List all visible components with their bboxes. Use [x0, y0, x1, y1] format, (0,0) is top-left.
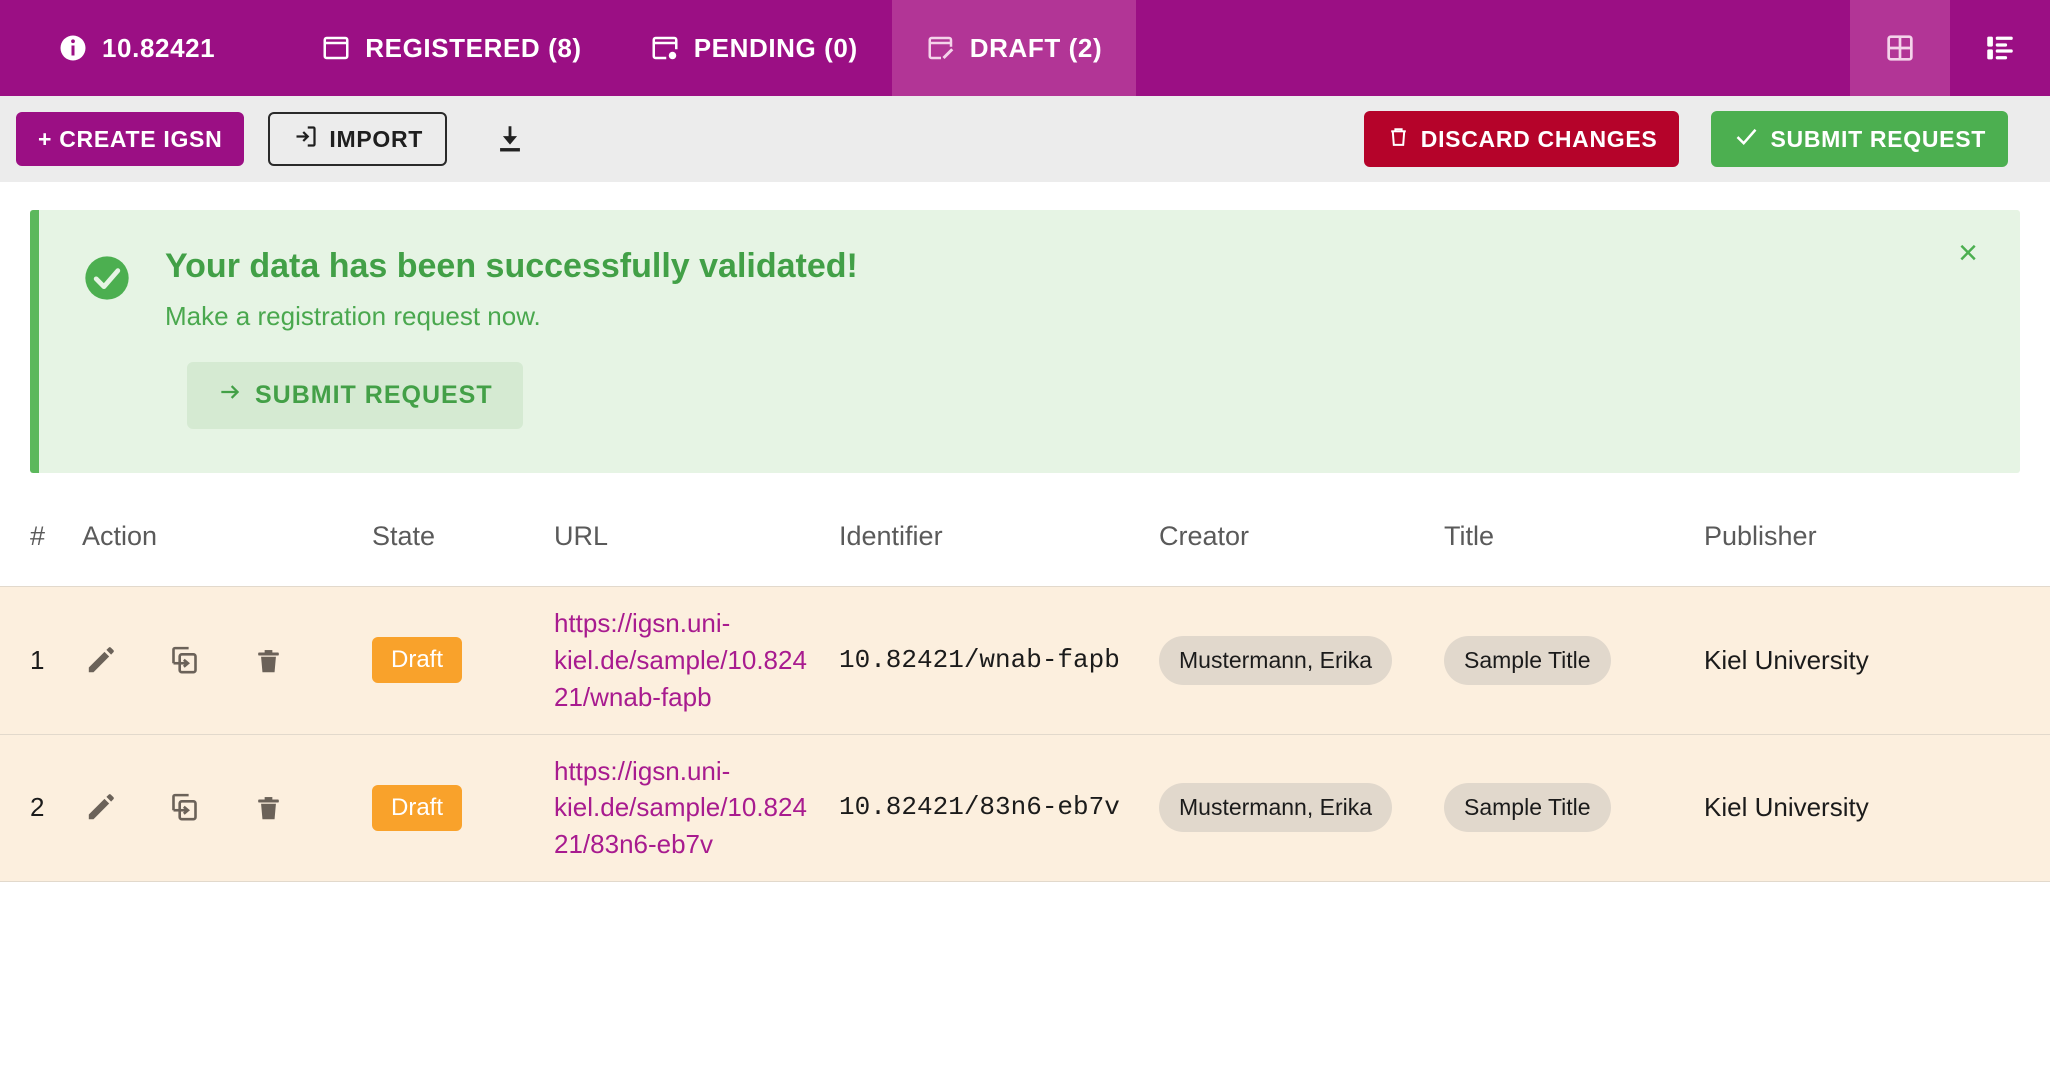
tab-pending-label: PENDING (0) — [693, 32, 858, 63]
nav-brand-prefix[interactable]: 10.82421 — [0, 0, 287, 96]
column-header-state: State — [372, 520, 436, 551]
nav-items-group: 10.82421 REGISTERED (8) PENDING (0) DRAF… — [0, 0, 1850, 96]
tab-draft-label: DRAFT (2) — [969, 32, 1103, 63]
alert-body: Your data has been successfully validate… — [165, 246, 1950, 429]
table-head: # Action State URL Identifier Creator Ti… — [0, 507, 2050, 587]
info-circle-icon — [58, 33, 88, 63]
row-url: https://igsn.uni-kiel.de/sample/10.82421… — [544, 586, 829, 734]
duplicate-icon[interactable] — [166, 790, 202, 826]
validation-success-alert: Your data has been successfully validate… — [30, 210, 2020, 473]
row-state: Draft — [362, 586, 544, 734]
success-check-circle-icon — [81, 246, 133, 429]
drafts-table: # Action State URL Identifier Creator Ti… — [0, 507, 2050, 882]
column-header-identifier: Identifier — [839, 520, 943, 551]
status-badge: Draft — [372, 784, 463, 831]
table-row[interactable]: 2 Draft https://igsn.uni-kiel.de/sample/… — [0, 734, 2050, 882]
tab-registered[interactable]: REGISTERED (8) — [287, 0, 615, 96]
row-number: 1 — [30, 644, 45, 675]
row-publisher: Kiel University — [1704, 644, 1869, 675]
alert-submit-request-button[interactable]: SUBMIT REQUEST — [187, 361, 523, 429]
row-identifier: 10.82421/wnab-fapb — [839, 644, 1120, 675]
title-chip: Sample Title — [1444, 635, 1611, 685]
row-title: Sample Title — [1434, 586, 1694, 734]
close-icon[interactable]: × — [1958, 236, 1978, 270]
submit-request-label: SUBMIT REQUEST — [1770, 125, 1986, 152]
url-link[interactable]: https://igsn.uni-kiel.de/sample/10.82421… — [554, 753, 819, 864]
duplicate-icon[interactable] — [166, 642, 202, 678]
creator-chip: Mustermann, Erika — [1159, 783, 1393, 833]
import-arrow-icon — [292, 123, 319, 156]
column-header-action: Action — [82, 520, 158, 551]
drafts-table-container: # Action State URL Identifier Creator Ti… — [0, 507, 2050, 882]
row-creator: Mustermann, Erika — [1149, 586, 1434, 734]
table-header-row: # Action State URL Identifier Creator Ti… — [0, 507, 2050, 587]
arrow-right-icon — [217, 379, 243, 412]
title-chip: Sample Title — [1444, 783, 1611, 833]
pending-gear-window-icon — [650, 33, 680, 63]
column-header-url: URL — [554, 520, 609, 551]
row-number: 2 — [30, 792, 45, 823]
top-navigation-bar: 10.82421 REGISTERED (8) PENDING (0) DRAF… — [0, 0, 2050, 96]
row-identifier: 10.82421/83n6-eb7v — [839, 792, 1120, 823]
edit-icon[interactable] — [82, 790, 118, 826]
list-view-icon[interactable] — [1950, 0, 2050, 96]
import-button[interactable]: IMPORT — [268, 112, 448, 166]
delete-icon[interactable] — [250, 790, 286, 826]
column-header-number: # — [30, 520, 46, 551]
tab-registered-label: REGISTERED (8) — [365, 32, 582, 63]
status-badge: Draft — [372, 637, 463, 684]
tab-pending[interactable]: PENDING (0) — [616, 0, 892, 96]
submit-request-button[interactable]: SUBMIT REQUEST — [1711, 111, 2008, 167]
table-body: 1 Draft https://igsn.uni-kiel.de/sample/… — [0, 586, 2050, 882]
edit-icon[interactable] — [82, 642, 118, 678]
nav-brand-label: 10.82421 — [102, 32, 216, 63]
action-toolbar: + CREATE IGSN IMPORT DISCARD CHANGES SUB… — [0, 96, 2050, 182]
table-row[interactable]: 1 Draft https://igsn.uni-kiel.de/sample/… — [0, 586, 2050, 735]
alert-title: Your data has been successfully validate… — [165, 247, 858, 285]
alert-submit-request-label: SUBMIT REQUEST — [255, 380, 493, 409]
discard-changes-button[interactable]: DISCARD CHANGES — [1363, 111, 1680, 167]
delete-icon[interactable] — [250, 642, 286, 678]
row-creator: Mustermann, Erika — [1149, 734, 1434, 882]
registered-window-icon — [321, 33, 351, 63]
row-state: Draft — [362, 734, 544, 882]
row-url: https://igsn.uni-kiel.de/sample/10.82421… — [544, 734, 829, 882]
check-icon — [1733, 123, 1760, 156]
creator-chip: Mustermann, Erika — [1159, 635, 1393, 685]
import-button-label: IMPORT — [329, 125, 424, 152]
discard-changes-label: DISCARD CHANGES — [1420, 125, 1658, 152]
create-igsn-button[interactable]: + CREATE IGSN — [16, 112, 245, 166]
row-publisher: Kiel University — [1704, 792, 1869, 823]
column-header-publisher: Publisher — [1704, 520, 1817, 551]
alert-container: Your data has been successfully validate… — [0, 182, 2050, 473]
row-actions — [72, 734, 362, 882]
trash-icon — [1386, 124, 1411, 155]
tab-draft[interactable]: DRAFT (2) — [891, 0, 1137, 96]
column-header-title: Title — [1444, 520, 1495, 551]
url-link[interactable]: https://igsn.uni-kiel.de/sample/10.82421… — [554, 605, 819, 716]
draft-pencil-window-icon — [926, 33, 956, 63]
alert-subtitle: Make a registration request now. — [165, 300, 541, 331]
table-view-icon[interactable] — [1850, 0, 1950, 96]
row-title: Sample Title — [1434, 734, 1694, 882]
column-header-creator: Creator — [1159, 520, 1250, 551]
row-actions — [72, 586, 362, 734]
download-icon[interactable] — [479, 108, 541, 170]
